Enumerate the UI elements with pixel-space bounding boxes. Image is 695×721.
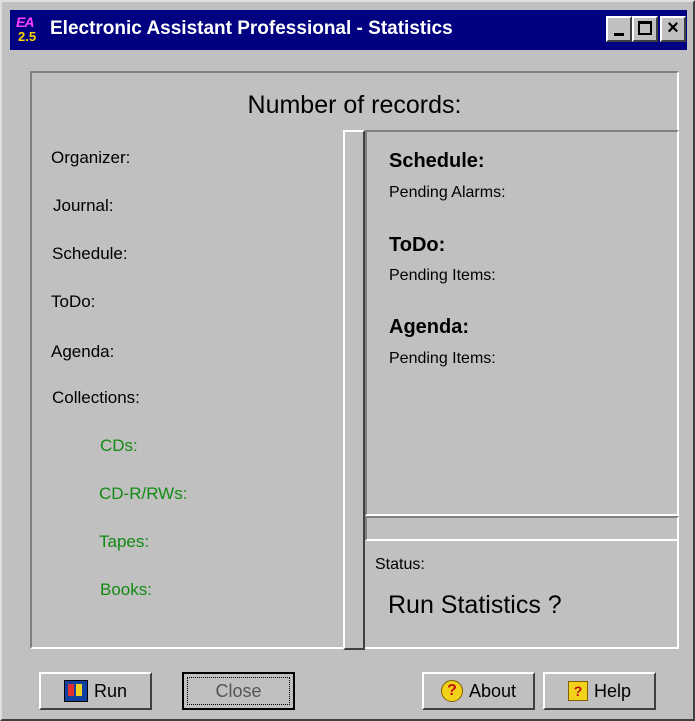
label-collections: Collections: [52, 388, 140, 407]
label-organizer: Organizer: [51, 148, 131, 167]
pending-panel: Schedule: Pending Alarms: ToDo: Pending … [365, 130, 679, 516]
status-label: Status: [375, 556, 425, 573]
about-button-label: About [468, 680, 517, 701]
label-schedule: Schedule: [52, 244, 128, 263]
app-icon-version: 2.5 [18, 29, 37, 44]
progress-bar [365, 516, 679, 541]
title-bar[interactable]: EA 2.5 Electronic Assistant Professional… [10, 10, 687, 50]
todo-heading: ToDo: [389, 234, 446, 256]
todo-pending-items-label: Pending Items: [389, 267, 496, 284]
app-icon-letters: EA [16, 14, 34, 30]
label-agenda: Agenda: [51, 342, 115, 361]
agenda-pending-items-label: Pending Items: [389, 350, 496, 367]
status-text: Run Statistics ? [388, 591, 562, 619]
run-button-label: Run [93, 680, 128, 701]
records-heading: Number of records: [247, 91, 462, 119]
run-button[interactable]: Run [39, 672, 152, 710]
label-cd-rws: CD-R/RWs: [99, 484, 188, 503]
run-icon [63, 680, 88, 702]
window-title: Electronic Assistant Professional - Stat… [50, 18, 453, 39]
help-button[interactable]: ? Help [543, 672, 656, 710]
pending-alarms-label: Pending Alarms: [389, 184, 506, 201]
label-journal: Journal: [53, 196, 114, 215]
schedule-heading: Schedule: [389, 150, 485, 172]
close-icon: × [667, 17, 679, 39]
close-window-button[interactable]: × [660, 16, 686, 42]
help-button-label: Help [593, 680, 632, 701]
panel-splitter[interactable] [343, 130, 365, 650]
about-button[interactable]: ? About [422, 672, 535, 710]
app-icon: EA 2.5 [14, 14, 44, 46]
help-book-icon: ? [567, 681, 588, 701]
label-books: Books: [100, 580, 152, 599]
maximize-button[interactable] [632, 16, 658, 42]
label-todo: ToDo: [51, 292, 96, 311]
label-tapes: Tapes: [99, 532, 150, 551]
question-icon: ? [440, 680, 463, 702]
maximize-icon [638, 21, 652, 35]
minimize-icon [614, 33, 624, 36]
close-button-label: Close [215, 680, 262, 701]
minimize-button[interactable] [606, 16, 632, 42]
agenda-heading: Agenda: [389, 316, 469, 338]
label-cds: CDs: [100, 436, 138, 455]
statistics-window: EA 2.5 Electronic Assistant Professional… [0, 0, 695, 721]
close-button[interactable]: Close [182, 672, 295, 710]
